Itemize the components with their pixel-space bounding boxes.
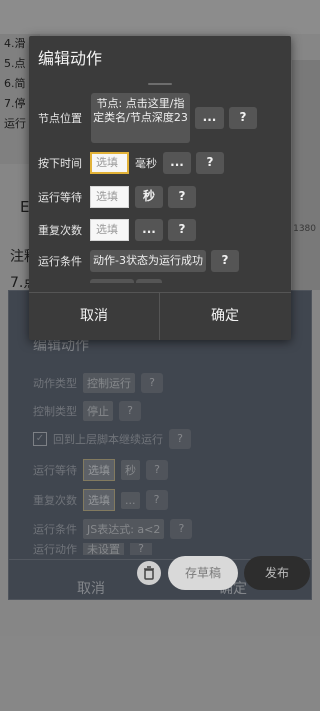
node-position-value[interactable]: 节点: 点击这里/指定类名/节点深度23 (91, 93, 190, 143)
run-wait-help-button[interactable]: ? (168, 186, 196, 208)
row-repeat-count: 重复次数 选填 ... ? (38, 219, 196, 241)
action-type-value: 控制运行 (83, 373, 135, 393)
run-action-value: 未设置 (83, 543, 124, 555)
ghost-row-wait: 运行等待 选填 秒 ? (33, 459, 168, 481)
press-time-more-button[interactable]: ... (163, 152, 191, 174)
drag-handle[interactable] (148, 83, 172, 85)
press-time-label: 按下时间 (38, 157, 82, 170)
repeat-count-label: 重复次数 (38, 224, 82, 237)
row-label: 运行动作 (33, 543, 77, 555)
ghost-row-run-action: 运行动作 未设置 ? (33, 543, 152, 555)
press-time-unit: 毫秒 (135, 157, 157, 170)
run-wait-input[interactable]: 选填 (90, 186, 129, 208)
trash-icon (144, 566, 154, 580)
row-press-time: 按下时间 选填 毫秒 ... ? (38, 152, 224, 174)
row-node-position: 节点位置 节点: 点击这里/指定类名/节点深度23 ... ? (38, 93, 257, 143)
row-label: 回到上层脚本继续运行 (53, 433, 163, 446)
checkbox-icon: ✓ (33, 432, 47, 446)
node-position-label: 节点位置 (38, 112, 82, 125)
wait-input: 选填 (83, 459, 115, 481)
press-time-input[interactable]: 选填 (90, 152, 129, 174)
more-button: ... (121, 491, 140, 509)
run-condition-label: 运行条件 (38, 255, 82, 268)
row-label: 控制类型 (33, 405, 77, 418)
help-button: ? (146, 460, 168, 480)
run-condition-value[interactable]: 动作-3状态为运行成功 (90, 250, 206, 272)
row-label: 动作类型 (33, 377, 77, 390)
delete-button[interactable] (137, 561, 161, 585)
cancel-button[interactable]: 取消 (29, 293, 159, 340)
row-run-condition: 运行条件 动作-3状态为运行成功 ? (38, 250, 239, 272)
dialog-title: 编辑动作 (38, 49, 103, 68)
row-label: 重复次数 (33, 494, 77, 507)
condition-value: JS表达式: a<2 (83, 519, 165, 539)
help-button: ? (119, 401, 141, 421)
unit-chip: 秒 (121, 460, 140, 480)
scroll-peek-chip (90, 279, 134, 283)
repeat-count-input[interactable]: 选填 (90, 219, 129, 241)
confirm-button[interactable]: 确定 (160, 293, 290, 340)
node-position-help-button[interactable]: ? (229, 107, 257, 129)
repeat-input: 选填 (83, 489, 115, 511)
save-draft-button[interactable]: 存草稿 (168, 556, 238, 590)
repeat-count-help-button[interactable]: ? (168, 219, 196, 241)
node-position-more-button[interactable]: ... (195, 107, 224, 129)
help-button: ? (130, 543, 152, 555)
run-wait-label: 运行等待 (38, 191, 82, 204)
publish-button[interactable]: 发布 (244, 556, 310, 590)
help-button: ? (169, 429, 191, 449)
ghost-row-condition: 运行条件 JS表达式: a<2 ? (33, 519, 193, 539)
repeat-count-more-button[interactable]: ... (135, 219, 163, 241)
help-button: ? (145, 490, 168, 510)
run-wait-unit-button[interactable]: 秒 (135, 186, 163, 208)
control-type-value: 停止 (83, 401, 113, 421)
row-label: 运行等待 (33, 464, 77, 477)
run-condition-help-button[interactable]: ? (210, 250, 239, 272)
ghost-cancel-button: 取消 (77, 581, 105, 597)
row-label: 运行条件 (33, 523, 77, 536)
ghost-row-return: ✓ 回到上层脚本继续运行 ? (33, 429, 191, 449)
press-time-help-button[interactable]: ? (196, 152, 224, 174)
ghost-row-repeat: 重复次数 选填 ... ? (33, 489, 168, 511)
help-button: ? (141, 373, 163, 393)
ghost-row-action-type: 动作类型 控制运行 ? (33, 373, 163, 393)
row-run-wait: 运行等待 选填 秒 ? (38, 186, 196, 208)
help-button: ? (170, 519, 193, 539)
ghost-row-control-type: 控制类型 停止 ? (33, 401, 141, 421)
edit-action-dialog: 编辑动作 节点位置 节点: 点击这里/指定类名/节点深度23 ... ? 按下时… (29, 36, 291, 340)
scroll-peek-button (136, 279, 162, 283)
